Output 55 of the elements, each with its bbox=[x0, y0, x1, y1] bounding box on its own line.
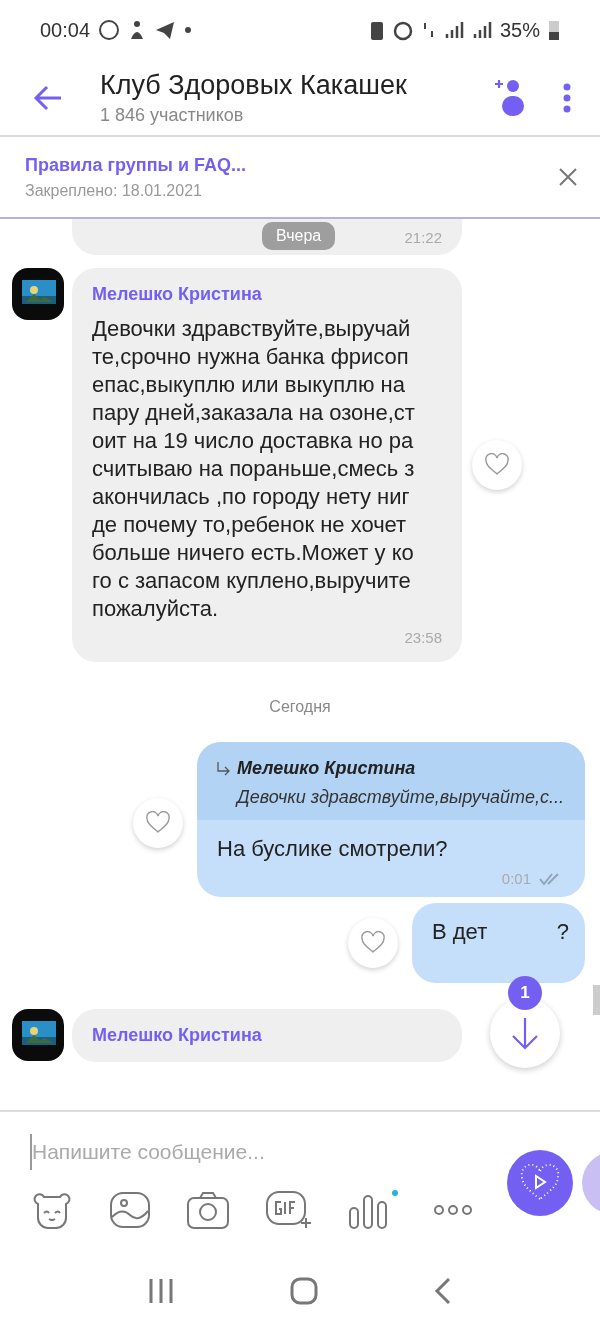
home-button[interactable] bbox=[290, 1277, 318, 1305]
heart-play-icon bbox=[519, 1164, 561, 1202]
heart-icon bbox=[360, 931, 386, 955]
home-icon bbox=[290, 1277, 318, 1305]
message-time: 23:58 bbox=[404, 629, 442, 646]
sender-name: Мелешко Кристина bbox=[92, 1025, 263, 1046]
voice-button[interactable] bbox=[348, 1190, 398, 1230]
more-icon bbox=[433, 1203, 473, 1217]
pinned-title[interactable]: Правила группы и FAQ... bbox=[25, 154, 558, 176]
send-icon bbox=[154, 19, 177, 41]
reply-icon bbox=[215, 760, 231, 777]
battery-saver-icon bbox=[369, 19, 384, 41]
more-icon bbox=[563, 82, 571, 113]
gif-plus-icon bbox=[265, 1190, 313, 1230]
heart-icon bbox=[145, 811, 171, 835]
sender-name: Мелешко Кристина bbox=[92, 284, 263, 305]
signal-icon bbox=[471, 20, 492, 40]
date-divider: Сегодня bbox=[269, 698, 331, 716]
member-count: 1 846 участников bbox=[100, 104, 245, 126]
signal-icon bbox=[443, 20, 464, 40]
chevron-left-icon bbox=[434, 1277, 452, 1305]
battery-icon bbox=[548, 19, 560, 41]
message-text: На буслике смотрели? bbox=[216, 835, 449, 862]
down-arrow-icon bbox=[510, 1016, 540, 1050]
close-icon bbox=[558, 167, 578, 187]
dot-icon bbox=[184, 26, 193, 34]
quoted-sender: Мелешко Кристина bbox=[237, 758, 416, 779]
like-button[interactable] bbox=[133, 798, 183, 848]
message-text: В дет bbox=[432, 919, 488, 945]
message-time: 0:01 bbox=[501, 870, 531, 887]
date-chip: Вчера bbox=[262, 222, 336, 250]
message-text: Девочки здравствуйте,выручайте,срочно нужна банка фрисопепас,выкуплю или выкуплю на пару дней,заказала на озоне,стоит на 19 число доставка но расчитываю на пораньше,смесь закончилась ,по городу нету нигде почему то,ребенок не хочет больше ничего есть.Может у кого с запасом куплено,выручите пожалуйста. bbox=[92, 315, 416, 623]
gif-button[interactable] bbox=[265, 1190, 313, 1230]
back-arrow-icon bbox=[33, 84, 63, 111]
sound-bars-icon bbox=[348, 1190, 398, 1230]
clock: 00:04 bbox=[40, 18, 91, 42]
close-button[interactable] bbox=[558, 167, 578, 187]
gallery-button[interactable] bbox=[109, 1191, 151, 1229]
more-button[interactable] bbox=[433, 1203, 473, 1217]
camera-button[interactable] bbox=[186, 1190, 230, 1230]
like-button[interactable] bbox=[472, 440, 522, 490]
message-time: 21:22 bbox=[404, 228, 442, 246]
camera-icon bbox=[186, 1190, 230, 1230]
pinned-date: Закреплено: 18.01.2021 bbox=[25, 181, 203, 200]
heart-icon bbox=[484, 453, 510, 477]
like-button[interactable] bbox=[348, 918, 398, 968]
recents-icon bbox=[148, 1278, 174, 1304]
recents-button[interactable] bbox=[148, 1278, 174, 1304]
battery-level: 35% bbox=[499, 18, 540, 42]
scrollbar-thumb bbox=[593, 985, 600, 1015]
back-nav-button[interactable] bbox=[434, 1277, 452, 1305]
message-text: ? bbox=[556, 919, 569, 945]
quoted-text: Девочки здравствуйте,выручайте,с... bbox=[234, 787, 563, 808]
image-icon bbox=[109, 1191, 151, 1229]
chat-title: Клуб Здоровых Какашек bbox=[100, 69, 408, 101]
